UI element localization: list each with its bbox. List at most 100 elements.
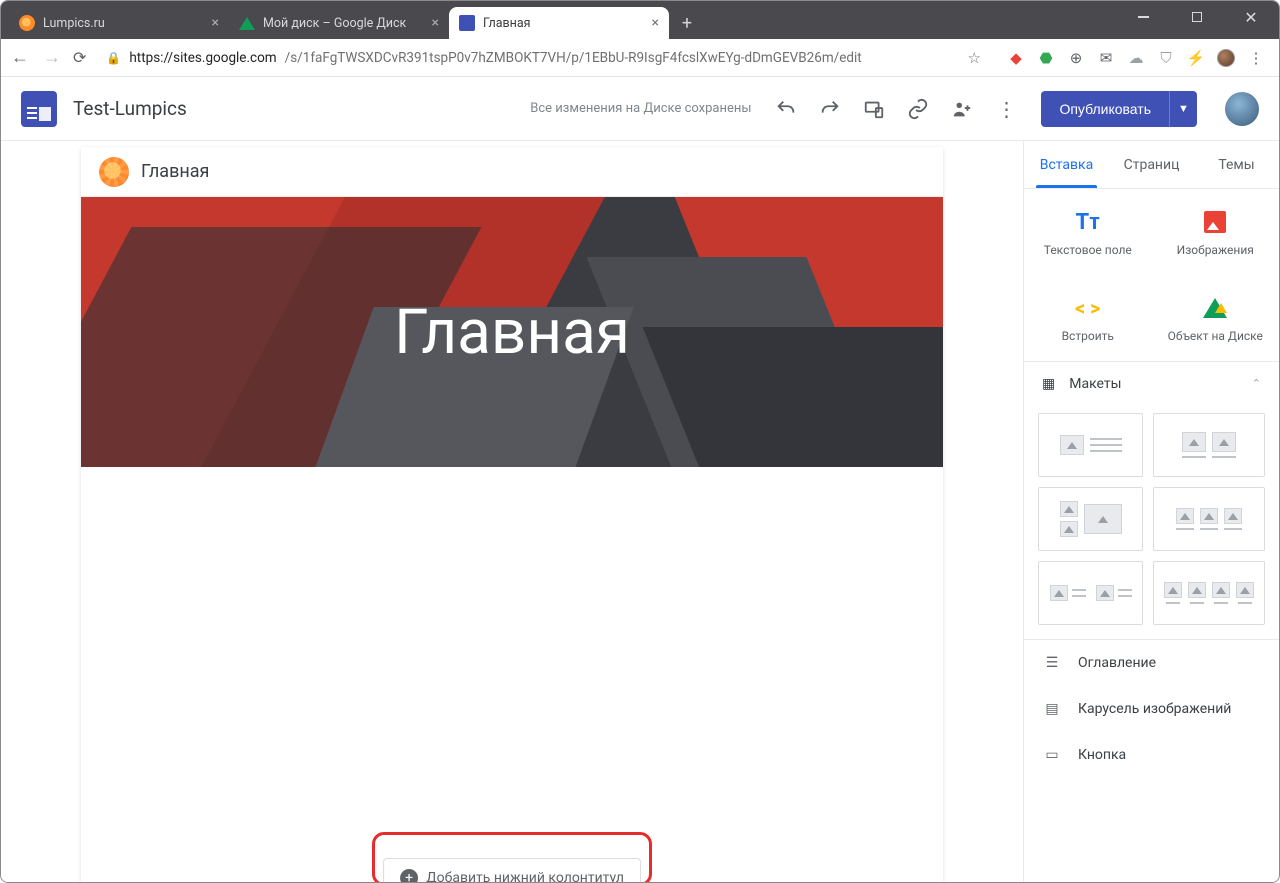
layout-option[interactable] [1153,561,1265,625]
page-body[interactable] [81,467,943,882]
tab-title: Мой диск – Google Диск [263,16,424,31]
ext-icon[interactable]: ⛉ [1157,49,1175,67]
window-minimize[interactable] [1123,5,1163,29]
page-nav-header[interactable]: Главная [81,147,943,197]
layout-option[interactable] [1038,561,1143,625]
page-nav-title[interactable]: Главная [141,161,209,182]
nav-back-icon[interactable]: ← [9,47,31,68]
ext-icon[interactable]: ⚡ [1187,49,1205,67]
textbox-icon: Tᴛ [1076,209,1100,235]
insert-label: Встроить [1062,329,1114,343]
plus-icon: + [400,869,418,882]
hero-title[interactable]: Главная [81,197,943,467]
carousel-icon: ▤ [1042,701,1062,717]
insert-carousel[interactable]: ▤ Карусель изображений [1024,686,1279,732]
layouts-label: Макеты [1069,376,1121,392]
insert-label: Объект на Диске [1168,329,1263,343]
tab-pages[interactable]: Страниц [1109,141,1194,188]
url-path: /s/1faFgTWSXDCvR391tspP0v7hZMBOKT7VH/p/1… [285,50,862,66]
save-status: Все изменения на Диске сохранены [530,101,751,116]
publish-button[interactable]: Опубликовать [1041,91,1169,127]
toc-icon: ☰ [1042,655,1062,671]
layout-option[interactable] [1038,487,1143,551]
browser-tab-drive[interactable]: Мой диск – Google Диск × [229,7,449,39]
sites-logo-icon[interactable] [21,91,57,127]
insert-label: Изображения [1177,243,1254,257]
layouts-icon: ▦ [1042,376,1055,392]
list-label: Оглавление [1078,655,1156,671]
insert-grid: Tᴛ Текстовое поле Изображения < > Встрои… [1024,189,1279,361]
drive-icon [1203,298,1227,318]
ext-icon[interactable]: ✉ [1097,49,1115,67]
app-actions: ⋮ [775,98,1017,120]
tab-close-icon[interactable]: × [432,15,439,31]
tab-insert[interactable]: Вставка [1024,141,1109,188]
list-label: Карусель изображений [1078,701,1231,717]
address-bar: ← → ⟳ 🔒 https://sites.google.com/s/1faFg… [1,39,1279,77]
insert-toc[interactable]: ☰ Оглавление [1024,640,1279,686]
layout-option[interactable] [1153,413,1265,477]
ext-icon[interactable]: ⬣ [1037,49,1055,67]
app-bar: Test-Lumpics Все изменения на Диске сохр… [1,77,1279,141]
chrome-menu-icon[interactable]: ⋮ [1247,49,1265,67]
preview-icon[interactable] [863,98,885,120]
favicon-icon [19,15,35,31]
insert-button[interactable]: ▭ Кнопка [1024,732,1279,778]
favicon-icon [239,17,255,30]
layouts-grid [1024,405,1279,639]
layout-option[interactable] [1038,413,1143,477]
redo-icon[interactable] [819,98,841,120]
collapse-icon[interactable]: ⌃ [1252,377,1261,390]
nav-forward-icon[interactable]: → [41,47,63,68]
browser-window: ✕ Lumpics.ru × Мой диск – Google Диск × … [0,0,1280,883]
reload-icon[interactable]: ⟳ [73,48,86,67]
publish-group: Опубликовать ▼ [1041,91,1197,127]
add-footer-label: Добавить нижний колонтитул [426,870,624,882]
canvas-area: Главная Главная + Добавить нижний ко [1,141,1023,882]
share-icon[interactable] [951,98,973,120]
more-icon[interactable]: ⋮ [995,98,1017,120]
ext-icon[interactable]: ◆ [1007,49,1025,67]
insert-label: Текстовое поле [1044,243,1132,257]
browser-tab-lumpics[interactable]: Lumpics.ru × [9,7,229,39]
window-close[interactable]: ✕ [1231,5,1271,29]
bookmark-icon[interactable]: ☆ [968,49,981,67]
extension-icons: ◆ ⬣ ⊕ ✉ ☁ ⛉ ⚡ ⋮ [1001,49,1271,67]
tab-close-icon[interactable]: × [212,15,219,31]
add-footer-button[interactable]: + Добавить нижний колонтитул [383,858,641,882]
insert-drive[interactable]: Объект на Диске [1152,275,1280,361]
button-icon: ▭ [1042,747,1062,763]
tab-close-icon[interactable]: × [652,15,659,31]
insert-embed[interactable]: < > Встроить [1024,275,1152,361]
main-area: Главная Главная + Добавить нижний ко [1,141,1279,882]
omnibox[interactable]: 🔒 https://sites.google.com/s/1faFgTWSXDC… [96,44,991,72]
account-avatar-icon[interactable] [1225,92,1259,126]
ext-icon[interactable]: ⊕ [1067,49,1085,67]
publish-dropdown-icon[interactable]: ▼ [1169,91,1197,127]
insert-textbox[interactable]: Tᴛ Текстовое поле [1024,189,1152,275]
lock-icon: 🔒 [106,51,121,65]
profile-avatar-icon[interactable] [1217,49,1235,67]
embed-icon: < > [1075,296,1101,320]
hero-banner[interactable]: Главная [81,197,943,467]
site-logo-icon[interactable] [99,157,129,187]
ext-icon[interactable]: ☁ [1127,49,1145,67]
link-icon[interactable] [907,98,929,120]
url-host: https://sites.google.com [129,50,276,66]
site-page[interactable]: Главная Главная + Добавить нижний ко [81,147,943,882]
new-tab-button[interactable]: + [673,9,701,37]
favicon-icon [459,15,475,31]
layout-option[interactable] [1153,487,1265,551]
tab-themes[interactable]: Темы [1194,141,1279,188]
tab-strip: Lumpics.ru × Мой диск – Google Диск × Гл… [1,1,1279,39]
layouts-section-header[interactable]: ▦ Макеты ⌃ [1024,361,1279,405]
undo-icon[interactable] [775,98,797,120]
browser-tab-sites[interactable]: Главная × [449,7,669,39]
list-label: Кнопка [1078,747,1126,763]
side-panel: Вставка Страниц Темы Tᴛ Текстовое поле И… [1023,141,1279,882]
tab-title: Главная [483,16,644,31]
window-maximize[interactable] [1177,5,1217,29]
document-title[interactable]: Test-Lumpics [73,97,187,120]
insert-image[interactable]: Изображения [1152,189,1280,275]
image-icon [1204,211,1226,233]
